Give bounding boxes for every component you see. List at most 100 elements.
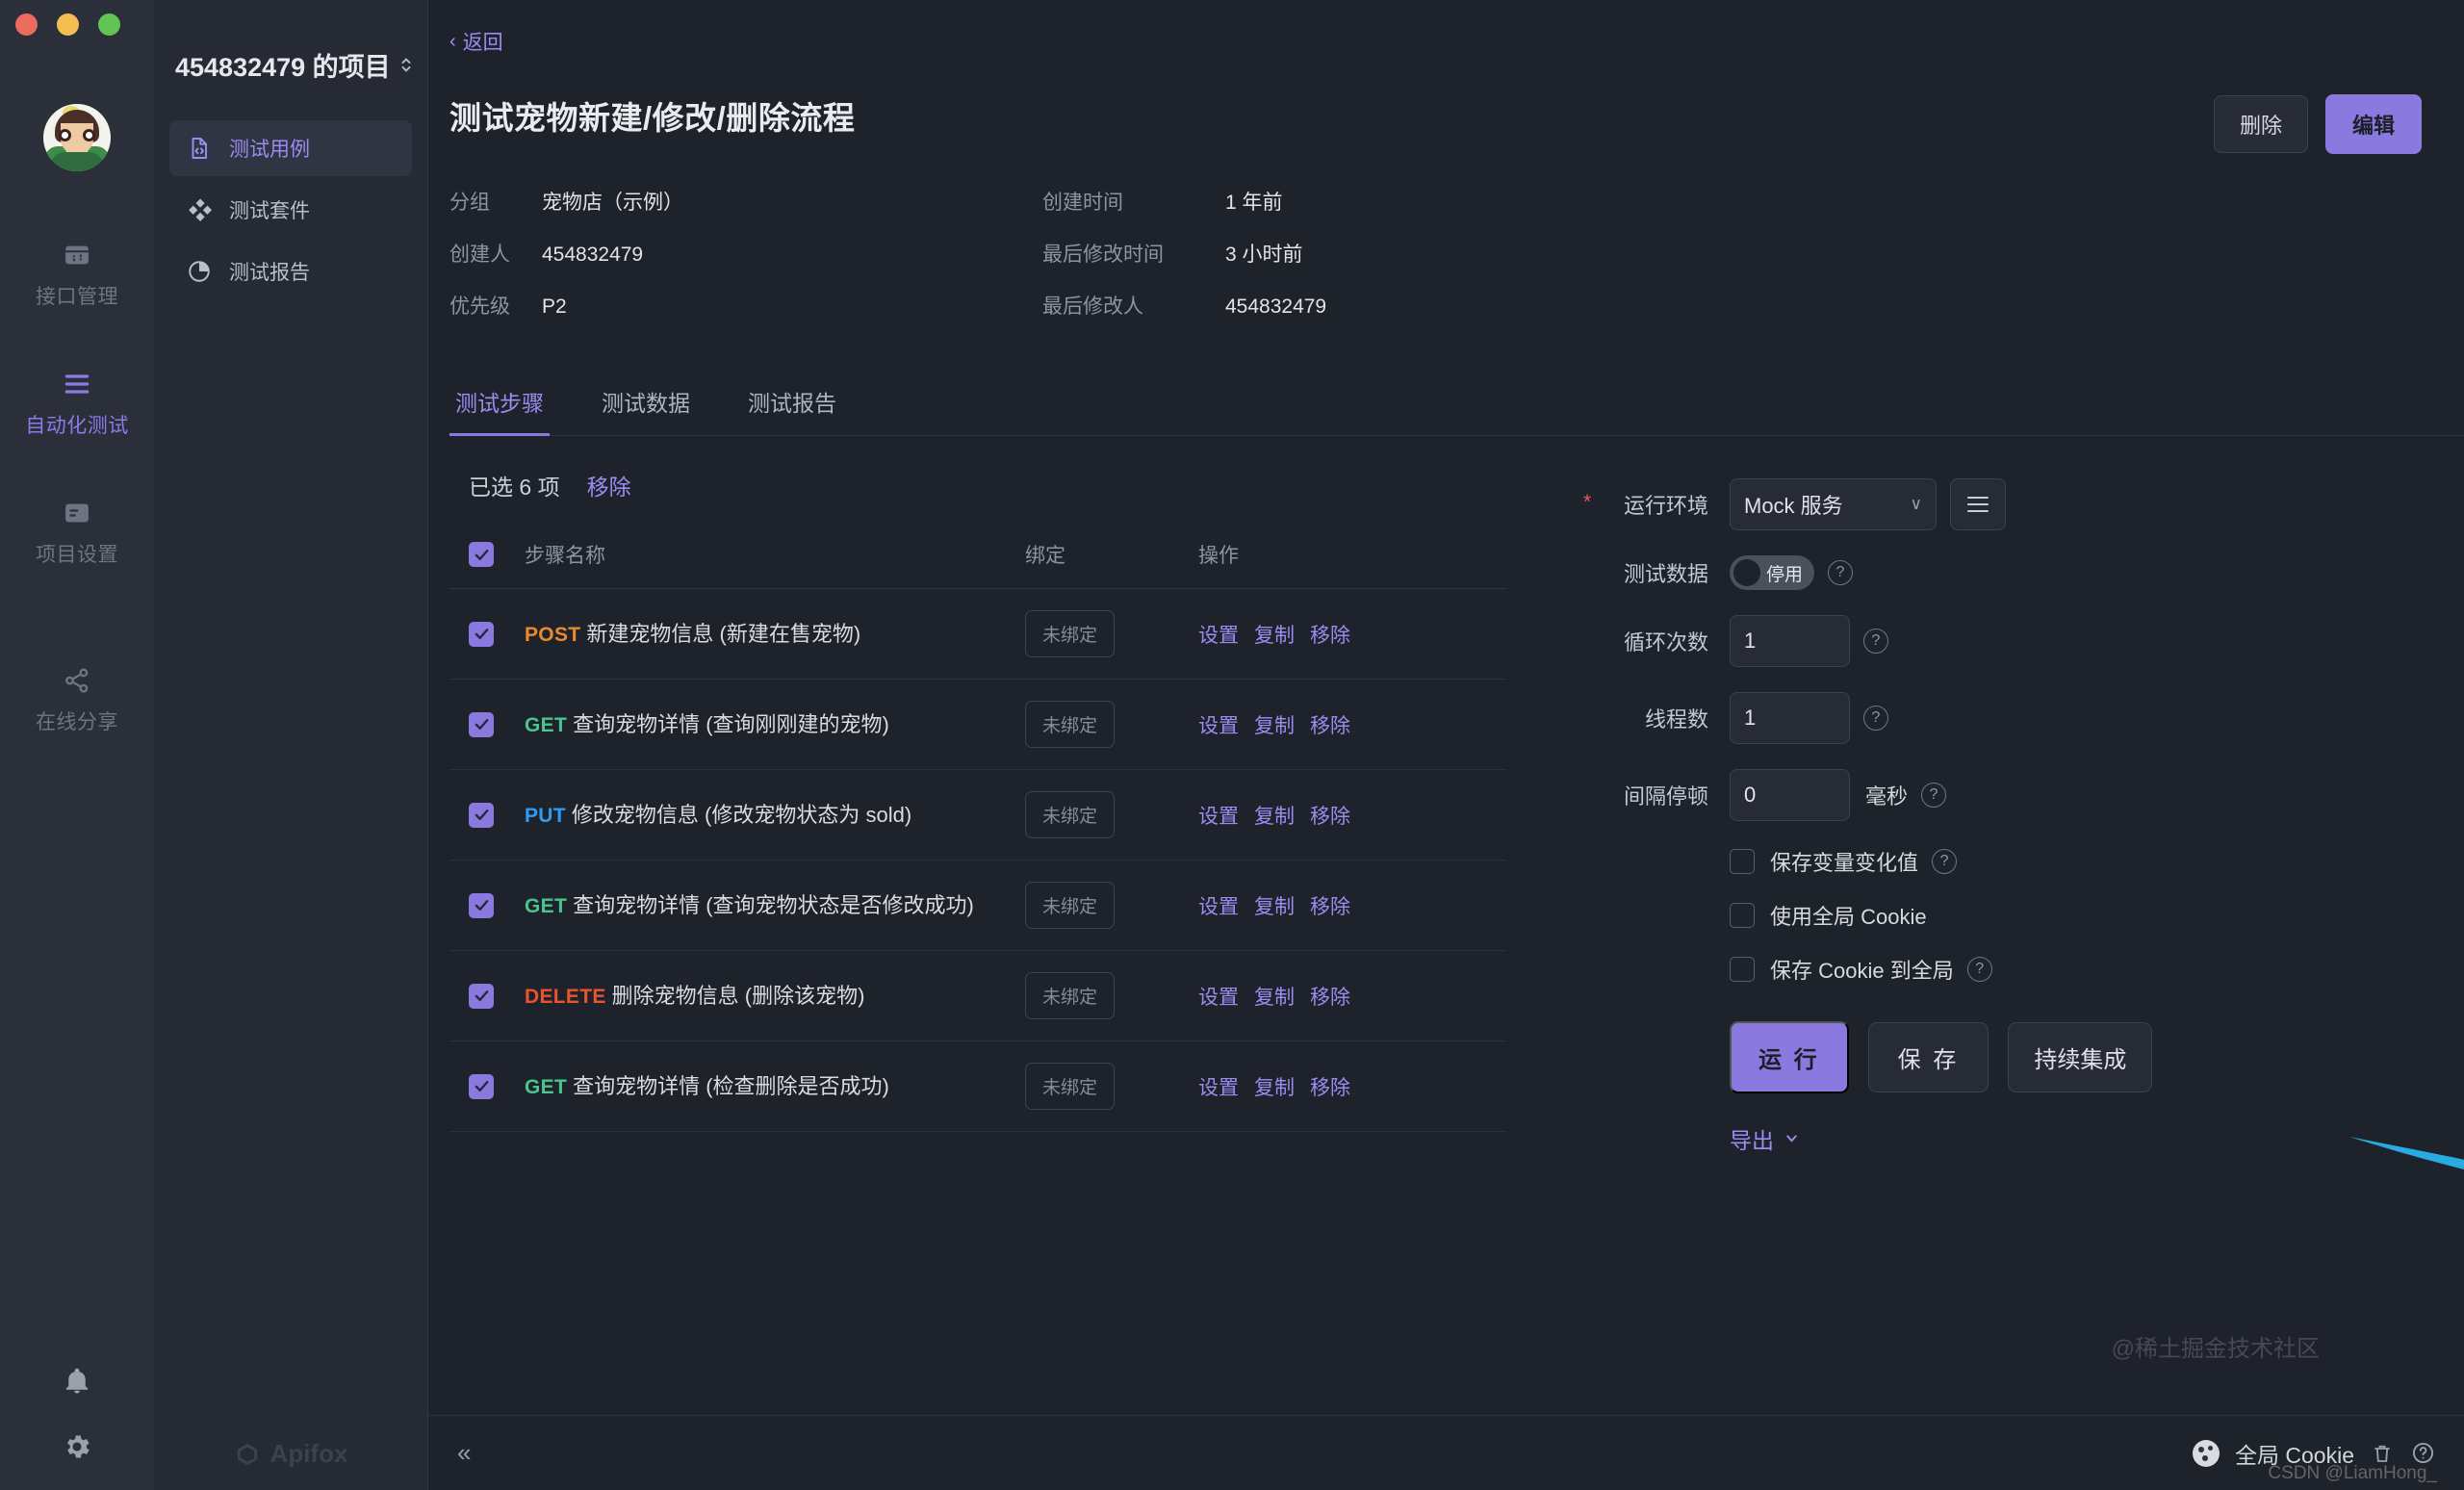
collapse-left-icon[interactable]: «: [457, 1438, 472, 1468]
meta-key: 最后修改时间: [1042, 244, 1164, 266]
export-button[interactable]: 导出: [1730, 1122, 1800, 1155]
bind-status-badge[interactable]: 未绑定: [1025, 882, 1116, 929]
interval-label: 间隔停顿: [1537, 780, 1730, 810]
row-checkbox[interactable]: [469, 711, 494, 737]
row-action-remove[interactable]: 移除: [1310, 801, 1350, 830]
row-action-remove[interactable]: 移除: [1310, 620, 1350, 649]
bind-status-badge[interactable]: 未绑定: [1025, 701, 1116, 748]
back-button[interactable]: ‹ 返回: [449, 27, 503, 56]
rail-item-online-share[interactable]: 在线分享: [0, 651, 154, 747]
api-panel-icon: [61, 239, 93, 271]
sidebar-item-test-suites[interactable]: 测试套件: [169, 182, 412, 238]
save-button[interactable]: 保 存: [1867, 1022, 1989, 1092]
row-action-remove[interactable]: 移除: [1310, 1072, 1350, 1101]
project-switcher[interactable]: 454832479 的项目: [154, 46, 427, 84]
row-action-settings[interactable]: 设置: [1198, 801, 1239, 830]
sidebar-item-test-reports[interactable]: 测试报告: [169, 244, 412, 299]
case-header: 测试宠物新建/修改/删除流程 删除 编辑: [428, 56, 2464, 154]
test-data-toggle[interactable]: 停用: [1730, 555, 1814, 590]
row-action-remove[interactable]: 移除: [1310, 982, 1350, 1011]
sidebar-item-label: 测试套件: [229, 200, 310, 222]
row-checkbox[interactable]: [469, 1073, 494, 1099]
save-variable-changes-checkbox[interactable]: [1730, 849, 1755, 874]
table-row[interactable]: PUT 修改宠物信息 (修改宠物状态为 sold) 未绑定 设置 复制 移除: [449, 769, 1506, 861]
row-action-copy[interactable]: 复制: [1254, 801, 1295, 830]
continuous-integration-button[interactable]: 持续集成: [2008, 1022, 2153, 1092]
env-select[interactable]: Mock 服务 ∨: [1730, 478, 1937, 530]
row-action-settings[interactable]: 设置: [1198, 982, 1239, 1011]
bulk-remove-button[interactable]: 移除: [587, 469, 631, 501]
row-action-copy[interactable]: 复制: [1254, 620, 1295, 649]
help-circle-icon[interactable]: [2410, 1441, 2435, 1466]
row-action-remove[interactable]: 移除: [1310, 891, 1350, 920]
row-action-copy[interactable]: 复制: [1254, 982, 1295, 1011]
bind-status-badge[interactable]: 未绑定: [1025, 791, 1116, 838]
row-checkbox[interactable]: [469, 621, 494, 647]
env-menu-button[interactable]: [1950, 478, 2006, 530]
meta-key: 创建时间: [1042, 192, 1123, 214]
table-row[interactable]: POST 新建宠物信息 (新建在售宠物) 未绑定 设置 复制 移除: [449, 588, 1506, 680]
table-row[interactable]: GET 查询宠物详情 (查询宠物状态是否修改成功) 未绑定 设置 复制 移除: [449, 860, 1506, 951]
row-action-settings[interactable]: 设置: [1198, 1072, 1239, 1101]
help-circle-icon[interactable]: ?: [1932, 849, 1958, 874]
row-ops-cell: 设置 复制 移除: [1198, 769, 1506, 861]
avatar[interactable]: [43, 104, 111, 171]
row-checkbox[interactable]: [469, 892, 494, 918]
row-checkbox[interactable]: [469, 983, 494, 1009]
help-circle-icon[interactable]: ?: [1828, 560, 1853, 585]
edit-button[interactable]: 编辑: [2324, 94, 2422, 154]
interval-input[interactable]: 0: [1730, 769, 1850, 821]
loop-count-input[interactable]: 1: [1730, 615, 1850, 667]
project-sidebar: 454832479 的项目 测试用例 测试套件 测试报告 Apifox: [154, 0, 428, 1490]
env-label-text: 运行环境: [1623, 494, 1708, 518]
test-data-row: 测试数据 停用 ?: [1537, 555, 2422, 590]
tab-test-report[interactable]: 测试报告: [742, 372, 842, 436]
save-cookie-global-checkbox[interactable]: [1730, 957, 1755, 982]
use-global-cookie-checkbox[interactable]: [1730, 903, 1755, 928]
help-circle-icon[interactable]: ?: [1921, 783, 1947, 808]
close-window-button[interactable]: [15, 13, 38, 36]
row-action-settings[interactable]: 设置: [1198, 620, 1239, 649]
help-circle-icon[interactable]: ?: [1966, 957, 1992, 982]
sidebar-item-test-cases[interactable]: 测试用例: [169, 120, 412, 176]
help-circle-icon[interactable]: ?: [1863, 629, 1888, 654]
table-row[interactable]: DELETE 删除宠物信息 (删除该宠物) 未绑定 设置 复制 移除: [449, 950, 1506, 1041]
chevron-left-icon: ‹: [449, 31, 456, 52]
trash-icon[interactable]: [2370, 1441, 2395, 1466]
table-row[interactable]: GET 查询宠物详情 (检查删除是否成功) 未绑定 设置 复制 移除: [449, 1040, 1506, 1132]
tab-test-steps[interactable]: 测试步骤: [449, 372, 550, 436]
thread-count-row: 线程数 1 ?: [1537, 692, 2422, 744]
row-bind-cell: 未绑定: [1025, 769, 1198, 861]
meta-key: 优先级: [449, 295, 510, 318]
zoom-window-button[interactable]: [98, 13, 120, 36]
gear-icon[interactable]: [61, 1430, 93, 1463]
header-actions: 删除 编辑: [2213, 94, 2422, 154]
table-row[interactable]: GET 查询宠物详情 (查询刚刚建的宠物) 未绑定 设置 复制 移除: [449, 679, 1506, 770]
minimize-window-button[interactable]: [57, 13, 79, 36]
run-button[interactable]: 运 行: [1730, 1021, 1849, 1093]
row-action-copy[interactable]: 复制: [1254, 891, 1295, 920]
rail-item-automation-test[interactable]: 自动化测试: [0, 354, 154, 450]
loop-count-label-text: 循环次数: [1623, 630, 1708, 655]
thread-count-input[interactable]: 1: [1730, 692, 1850, 744]
delete-button[interactable]: 删除: [2213, 95, 2308, 153]
select-all-checkbox[interactable]: [469, 542, 494, 567]
rail-item-project-settings[interactable]: 项目设置: [0, 483, 154, 579]
row-action-copy[interactable]: 复制: [1254, 710, 1295, 739]
bind-status-badge[interactable]: 未绑定: [1025, 972, 1116, 1019]
row-action-settings[interactable]: 设置: [1198, 710, 1239, 739]
row-action-remove[interactable]: 移除: [1310, 710, 1350, 739]
run-config-panel: * 运行环境 Mock 服务 ∨ 测试数据 停用 ? 循环次数 1 ? 线程数 …: [1506, 436, 2464, 1155]
bind-status-badge[interactable]: 未绑定: [1025, 1063, 1116, 1110]
row-action-settings[interactable]: 设置: [1198, 891, 1239, 920]
http-method-badge: PUT: [525, 804, 566, 827]
watermark-primary: @稀土掘金技术社区: [2111, 1336, 2320, 1362]
tab-test-data[interactable]: 测试数据: [596, 372, 696, 436]
bind-status-badge[interactable]: 未绑定: [1025, 610, 1116, 657]
global-cookie-button[interactable]: 全局 Cookie: [2235, 1437, 2354, 1470]
rail-item-api-management[interactable]: 接口管理: [0, 225, 154, 321]
row-action-copy[interactable]: 复制: [1254, 1072, 1295, 1101]
help-circle-icon[interactable]: ?: [1863, 706, 1888, 731]
bell-icon[interactable]: [61, 1365, 93, 1398]
row-checkbox[interactable]: [469, 802, 494, 828]
